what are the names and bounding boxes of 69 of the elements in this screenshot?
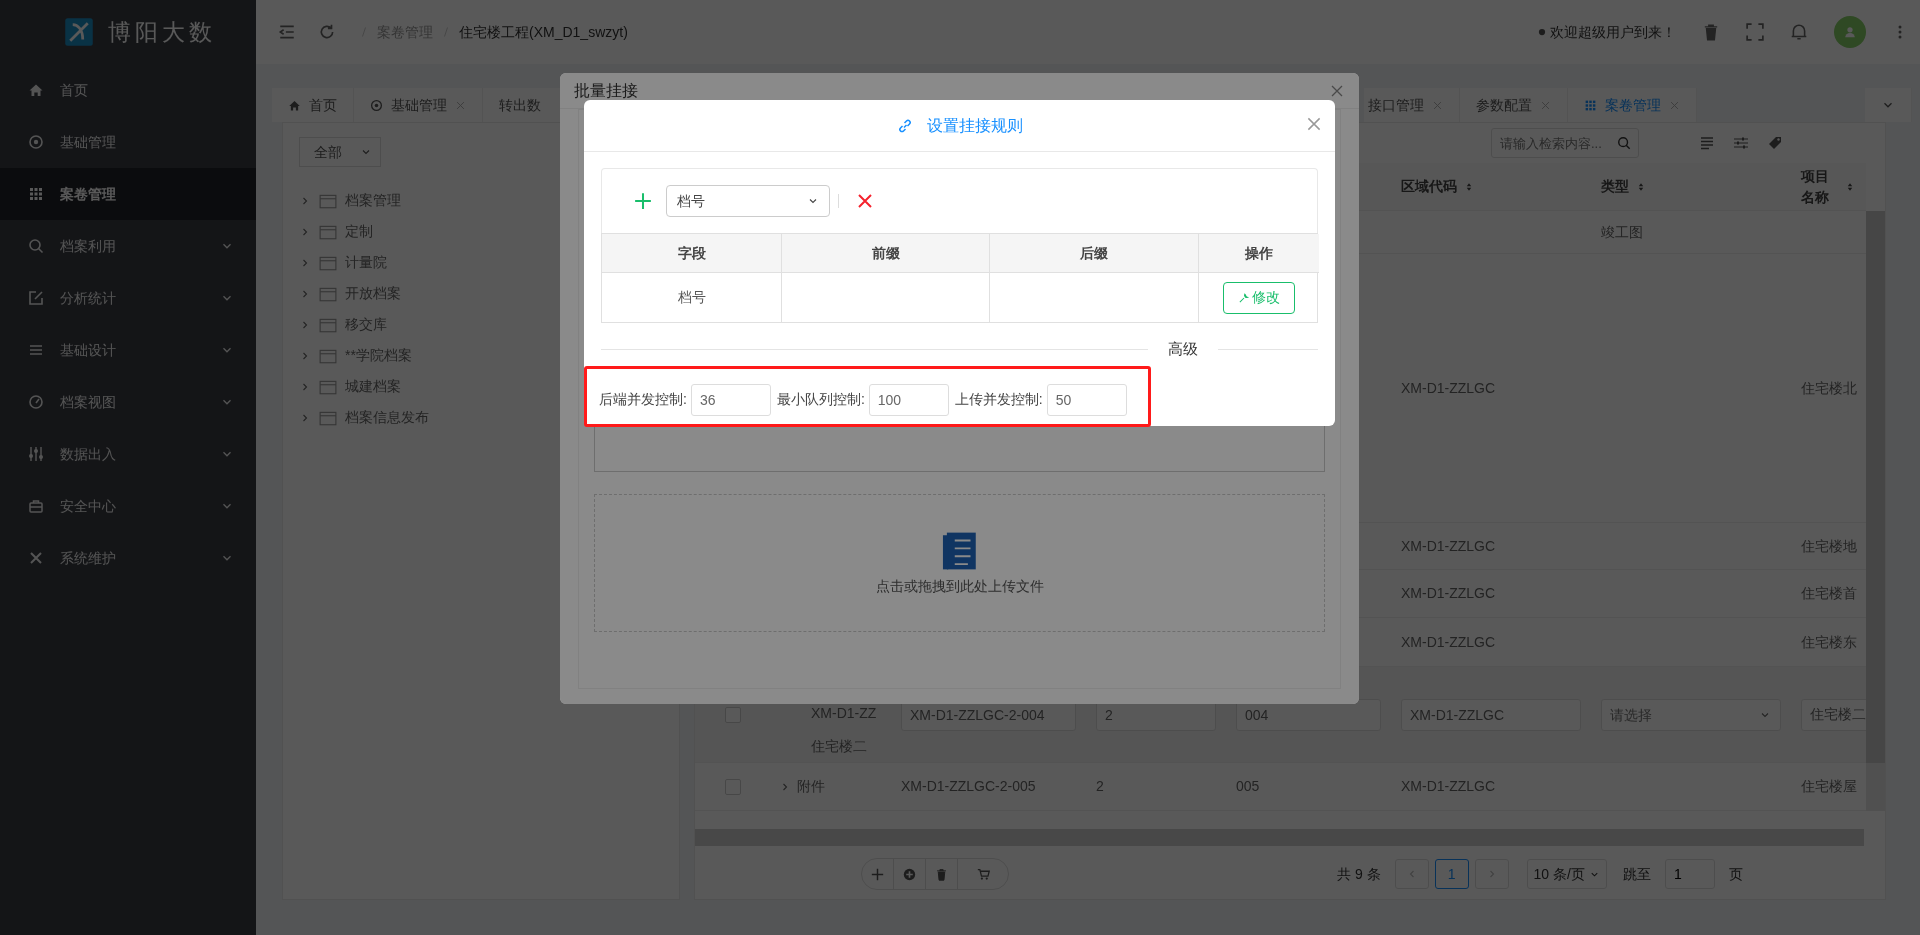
upload-area[interactable]: 点击或拖拽到此处上传文件 [594,494,1325,632]
welcome-text: 欢迎超级用户到来！ [1550,22,1676,42]
column-header: 操作 [1199,234,1319,273]
status-dot-icon [1536,27,1547,37]
user-icon [1843,25,1857,39]
settings-icon [28,134,44,150]
field-label: 后端并发控制: [599,390,687,409]
total-count: 共 9 条 [1337,864,1381,884]
column-header: 后缀 [990,234,1199,273]
field-select[interactable]: 档号 [666,185,830,217]
avatar[interactable] [1834,16,1866,48]
wrench-icon [1238,291,1250,304]
gauge-icon [28,394,44,410]
notification-icon[interactable] [1790,23,1808,41]
tag-icon[interactable] [1767,135,1783,151]
bag-icon [28,498,44,514]
dialog-title: 设置挂接规则 [926,115,1023,136]
filter-select[interactable]: 全部 [299,137,381,167]
tab[interactable]: 首页 [272,88,354,122]
column-header: 字段 [602,234,782,273]
cart-icon [976,867,990,881]
tab[interactable]: 案卷管理 [1568,88,1697,122]
logo-icon [64,17,94,47]
add-icon[interactable] [634,192,652,210]
add-icon [871,867,884,881]
menu-icon [28,342,44,358]
page-size-select[interactable]: 10 条/页 [1526,859,1607,889]
delete-icon[interactable] [857,193,873,209]
field-label: 上传并发控制: [954,390,1043,409]
jump-label: 跳至 [1622,864,1651,884]
fullscreen-icon[interactable] [1746,23,1764,41]
add-circle-icon [903,867,916,881]
edit-icon [28,290,44,306]
logo-text: 博阳大数 [108,17,216,47]
menu-icon[interactable] [278,23,296,41]
close-icon[interactable] [1540,99,1551,111]
field-label: 最小队列控制: [776,390,865,409]
page-input[interactable]: 1 [1664,859,1715,889]
sidebar-item[interactable]: 案卷管理 [0,168,256,220]
upload-hint: 点击或拖拽到此处上传文件 [875,576,1044,596]
page-button[interactable]: 1 [1434,859,1469,889]
input-field[interactable]: 50 [1046,383,1127,416]
trash-icon[interactable] [1702,23,1720,41]
search-icon[interactable] [1617,136,1631,150]
close-icon[interactable] [1432,99,1443,111]
home-icon [288,98,301,112]
link-icon [896,117,913,134]
column-header: 前缀 [782,234,990,273]
sliders-icon[interactable] [1733,135,1749,151]
close-icon[interactable] [1669,99,1680,111]
breadcrumb-item: 住宅楼工程(XM_D1_swzyt) [459,22,628,42]
edit-button[interactable]: 修改 [1223,281,1295,314]
sliders-icon [28,446,44,462]
close-icon[interactable] [1305,115,1323,133]
list-icon[interactable] [1699,135,1715,151]
input-field[interactable]: 100 [868,383,949,416]
tab[interactable]: 参数配置 [1460,88,1568,122]
search-icon [28,238,44,254]
table-cell: 档号 [602,273,782,322]
close-icon[interactable] [455,99,466,111]
input-field[interactable]: 36 [690,383,771,416]
settings-icon [370,98,383,112]
section-title: 高级 [1167,338,1199,359]
trash-icon [935,867,948,881]
refresh-icon[interactable] [318,23,336,41]
grid-icon [1584,98,1597,112]
page-label: 页 [1728,864,1743,884]
home-icon [28,82,44,98]
grid-icon [28,186,44,202]
